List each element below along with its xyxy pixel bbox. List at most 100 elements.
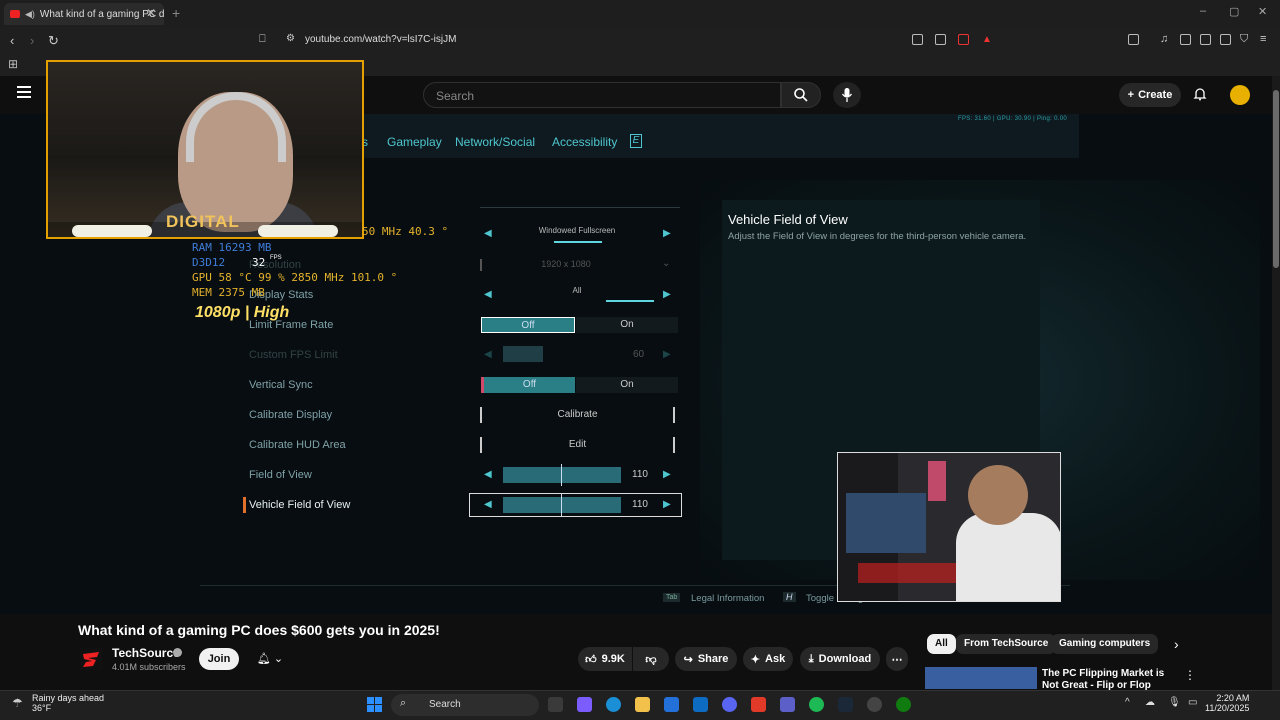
left-arrow-icon[interactable]: ◀ (484, 469, 492, 480)
recommendation-thumbnail[interactable] (925, 667, 1037, 689)
back-icon[interactable]: ‹ (10, 33, 14, 48)
video-title: What kind of a gaming PC does $600 gets … (78, 622, 440, 638)
browser-tab[interactable]: ◀) What kind of a gaming PC do (4, 3, 164, 25)
share-button[interactable]: ↪ Share (675, 647, 737, 671)
url-text[interactable]: youtube.com/watch?v=lsI7C-isjJM (305, 34, 456, 45)
share-page-icon[interactable] (935, 34, 946, 45)
vertical-sync-on-toggle[interactable]: On (576, 377, 678, 393)
scrollbar-thumb[interactable] (1273, 90, 1279, 268)
custom-fps-bar (503, 346, 543, 362)
chevron-right-icon[interactable]: › (1174, 636, 1179, 652)
create-button[interactable]: + Create (1119, 83, 1181, 107)
onedrive-icon[interactable]: ☁ (1145, 697, 1155, 708)
bell-icon: 🔔︎ (256, 653, 271, 665)
selected-row-indicator (243, 497, 246, 513)
extensions-icon[interactable] (1220, 34, 1231, 45)
maximize-icon[interactable]: ▢ (1229, 5, 1239, 18)
screenshot-icon[interactable] (1128, 34, 1139, 45)
chip-from-techsource[interactable]: From TechSource (956, 634, 1057, 654)
start-button[interactable] (367, 697, 382, 712)
resolution-value: 1920 x 1080 (541, 259, 591, 269)
right-arrow-icon[interactable]: ▶ (663, 499, 671, 510)
teams-icon[interactable] (780, 697, 795, 712)
divider (480, 259, 482, 271)
apps-grid-icon[interactable]: ⊞ (8, 57, 18, 71)
hud-cpu-line: 50 MHz 40.3 ° (362, 225, 449, 238)
ask-button[interactable]: ✦ Ask (743, 647, 793, 671)
edge-icon[interactable] (606, 697, 621, 712)
channel-avatar[interactable] (80, 648, 102, 670)
left-arrow-icon[interactable]: ◀ (484, 499, 492, 510)
custom-fps-limit-label: Custom FPS Limit (249, 349, 338, 361)
hamburger-menu-icon[interactable] (17, 86, 31, 98)
download-button[interactable]: ⤓ Download (800, 647, 880, 671)
cast-icon[interactable] (912, 34, 923, 45)
spotify-icon[interactable] (809, 697, 824, 712)
field-of-view-slider[interactable] (503, 467, 621, 483)
tray-chevron-icon[interactable]: ^ (1125, 697, 1130, 708)
vertical-sync-off-toggle[interactable]: Off (481, 377, 575, 393)
limit-frame-rate-off-toggle[interactable]: Off (481, 317, 575, 333)
steam-icon[interactable] (838, 697, 853, 712)
microphone-tray-icon[interactable]: 🎙︎ (1168, 697, 1181, 708)
user-avatar[interactable] (1230, 85, 1250, 105)
subscriber-count: 4.01M subscribers (112, 662, 186, 672)
close-window-icon[interactable]: ✕ (1258, 5, 1267, 18)
vehicle-field-of-view-label: Vehicle Field of View (249, 499, 351, 511)
join-button[interactable]: Join (199, 648, 239, 670)
tab-key-hint: Tab (663, 593, 681, 602)
site-info-icon[interactable]: ⚙ (286, 33, 295, 44)
minimize-icon[interactable]: – (1200, 5, 1206, 17)
divider (480, 207, 680, 208)
recommendation-menu-icon[interactable]: ⋮ (1184, 668, 1196, 682)
xbox-icon[interactable] (896, 697, 911, 712)
channel-name[interactable]: TechSource (112, 646, 180, 660)
store-icon[interactable] (664, 697, 679, 712)
settings-icon[interactable] (867, 697, 882, 712)
left-arrow-icon: ◀ (484, 228, 492, 239)
outlook-icon[interactable] (693, 697, 708, 712)
bookmark-icon[interactable]: ⎕ (259, 33, 266, 46)
taskbar-clock[interactable]: 2:20 AM 11/20/2025 (1205, 693, 1249, 713)
chip-gaming-computers[interactable]: Gaming computers (1051, 634, 1159, 654)
chip-all[interactable]: All (927, 634, 956, 654)
wallet-icon[interactable] (1200, 34, 1211, 45)
browser-menu-icon[interactable]: ≡ (1260, 33, 1266, 45)
limit-frame-rate-on-toggle[interactable]: On (576, 317, 678, 333)
music-icon[interactable]: ♫ (1160, 33, 1168, 45)
reload-icon[interactable]: ↻ (48, 33, 59, 49)
notifications-bell-icon[interactable] (1193, 87, 1207, 101)
calibrate-button[interactable]: Calibrate (480, 407, 675, 423)
taskbar-search[interactable]: Search (391, 694, 539, 716)
wall-poster (928, 461, 946, 501)
brave-shields-icon[interactable] (958, 34, 969, 45)
sidebar-icon[interactable] (1180, 34, 1191, 45)
task-view-icon[interactable] (548, 697, 563, 712)
like-button[interactable]: 👍︎ 9.9K (578, 647, 632, 671)
calibrate-hud-area-label: Calibrate HUD Area (249, 439, 346, 451)
rewards-icon[interactable]: ▲ (982, 34, 992, 45)
close-tab-icon[interactable]: ✕ (146, 6, 156, 20)
weather-widget[interactable]: Rainy days ahead 36°F (32, 693, 104, 713)
display-stats-value: All (572, 286, 582, 295)
forward-icon[interactable]: › (30, 33, 34, 48)
edit-hud-button[interactable]: Edit (480, 437, 675, 453)
network-icon[interactable]: ▭ (1188, 697, 1197, 708)
vehicle-field-of-view-slider[interactable] (503, 497, 621, 513)
discord-icon[interactable] (722, 697, 737, 712)
file-explorer-icon[interactable] (635, 697, 650, 712)
thumbs-up-icon: 👍︎ (585, 653, 597, 666)
copilot-icon[interactable] (577, 697, 592, 712)
dislike-button[interactable]: 👎︎ (633, 647, 669, 671)
vpn-icon[interactable]: ⛉ (1240, 33, 1248, 46)
monitor (846, 493, 926, 553)
brave-icon[interactable] (751, 697, 766, 712)
new-tab-icon[interactable]: + (172, 5, 180, 21)
voice-search-button[interactable] (833, 82, 861, 108)
search-button[interactable] (781, 82, 821, 108)
vertical-sync-label: Vertical Sync (249, 379, 313, 391)
search-input[interactable]: Search (423, 82, 781, 108)
more-actions-button[interactable]: ⋯ (886, 647, 908, 671)
right-arrow-icon[interactable]: ▶ (663, 469, 671, 480)
subscription-bell-button[interactable]: 🔔︎ ⌄ (246, 648, 294, 670)
